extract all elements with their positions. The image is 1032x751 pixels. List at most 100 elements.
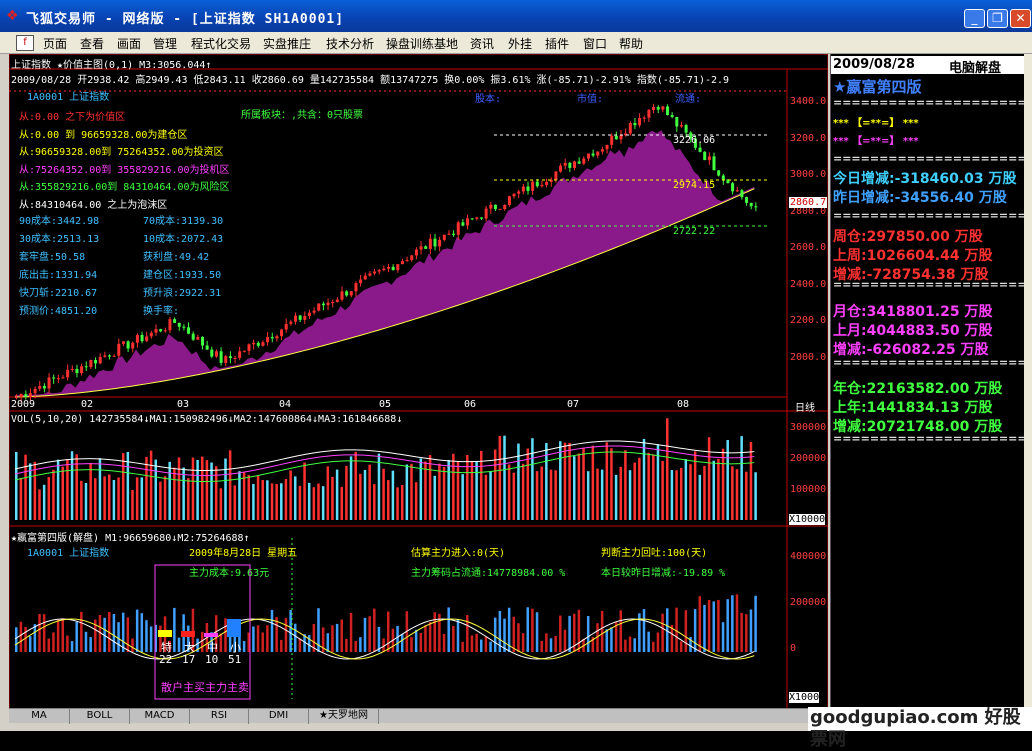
indicator-bar bbox=[633, 638, 636, 652]
candle-body bbox=[517, 191, 521, 194]
candle-body bbox=[498, 209, 502, 211]
candle-body bbox=[531, 181, 535, 191]
volume-bar bbox=[359, 473, 362, 520]
tab-1[interactable]: BOLL bbox=[70, 709, 130, 724]
menu-item-5[interactable]: 实盘推庄 bbox=[263, 35, 311, 52]
indicator-bar bbox=[517, 623, 520, 652]
volume-bar bbox=[56, 459, 60, 520]
indicator-bar bbox=[140, 613, 144, 652]
volume-bar bbox=[15, 452, 18, 520]
volume-bar bbox=[154, 459, 157, 520]
menu-item-6[interactable]: 技术分析 bbox=[326, 35, 374, 52]
volume-bar bbox=[140, 477, 144, 520]
indicator-bar bbox=[466, 615, 469, 652]
menu-item-10[interactable]: 插件 bbox=[545, 35, 569, 52]
menu-item-7[interactable]: 操盘训练基地 bbox=[386, 35, 458, 52]
indicator-bar bbox=[117, 622, 120, 652]
volume-bar bbox=[242, 472, 246, 520]
menu-item-3[interactable]: 管理 bbox=[153, 35, 177, 52]
cost-left-3: 底出击:1331.94 bbox=[19, 270, 98, 281]
candle-body bbox=[66, 369, 70, 378]
candle-body bbox=[521, 186, 525, 192]
candle-body bbox=[75, 368, 79, 374]
tab-5[interactable]: ★天罗地网 bbox=[309, 709, 379, 724]
indicator-bar bbox=[84, 631, 88, 652]
volume-bar bbox=[42, 484, 46, 520]
candle-body bbox=[131, 342, 135, 349]
volume-bar bbox=[573, 456, 576, 520]
ind-tick-2: 0 bbox=[790, 643, 797, 654]
volume-bar bbox=[80, 480, 83, 520]
year-diff: 增减:20721748.00 万股 bbox=[833, 419, 1003, 435]
candle-body bbox=[577, 161, 581, 164]
menu-item-2[interactable]: 画面 bbox=[117, 35, 141, 52]
chart-area[interactable]: 上证指数 ★价值主图(0,1) M3:3056.044↑ 2009/08/28 开… bbox=[9, 54, 828, 709]
tab-2[interactable]: MACD bbox=[130, 709, 190, 724]
last-year: 上年:1441834.13 万股 bbox=[833, 400, 993, 416]
candle-body bbox=[619, 135, 623, 140]
volume-bar bbox=[294, 476, 297, 520]
volume-bar bbox=[507, 464, 511, 520]
volume-bar bbox=[201, 456, 204, 520]
volume-bar bbox=[33, 461, 37, 520]
vertical-scrollbar[interactable] bbox=[1024, 54, 1032, 709]
volume-bar bbox=[563, 442, 567, 520]
menu-item-11[interactable]: 窗口 bbox=[583, 35, 607, 52]
week-position: 周仓:297850.00 万股 bbox=[833, 229, 983, 245]
capital-label: 股本: bbox=[475, 94, 502, 105]
tab-0[interactable]: MA bbox=[9, 709, 70, 724]
separator-1: ======================= bbox=[833, 152, 1032, 165]
indicator-bar bbox=[698, 596, 702, 652]
candle-body bbox=[284, 323, 288, 330]
candle-body bbox=[540, 185, 544, 187]
candle-body bbox=[452, 233, 456, 235]
volume-bar bbox=[614, 474, 618, 520]
volume-bar bbox=[205, 460, 209, 520]
volume-bar bbox=[740, 436, 743, 520]
minimize-button[interactable]: _ bbox=[964, 9, 985, 28]
volume-bar bbox=[256, 475, 260, 520]
candle-body bbox=[707, 156, 711, 161]
candle-body bbox=[633, 122, 637, 126]
cost-right-5: 换手率: bbox=[143, 306, 180, 317]
volume-bar bbox=[345, 465, 348, 520]
tab-4[interactable]: DMI bbox=[249, 709, 309, 724]
float-label: 流通: bbox=[675, 94, 702, 105]
close-button[interactable]: ✕ bbox=[1010, 9, 1031, 28]
candle-body bbox=[84, 366, 88, 368]
menu-item-9[interactable]: 外挂 bbox=[508, 35, 532, 52]
menu-item-1[interactable]: 查看 bbox=[80, 35, 104, 52]
vol-tick-1: 200000 bbox=[790, 453, 827, 464]
volume-bar bbox=[447, 459, 450, 520]
indicator-bar bbox=[89, 637, 92, 652]
volume-bar bbox=[149, 450, 153, 520]
menu-item-12[interactable]: 帮助 bbox=[619, 35, 643, 52]
cost-left-2: 套牢盘:50.58 bbox=[19, 252, 86, 263]
indicator-bar bbox=[363, 617, 367, 652]
candle-body bbox=[201, 336, 204, 346]
indicator-bar bbox=[52, 632, 55, 652]
indicator-bar bbox=[568, 615, 571, 652]
level-label-0: 3226.06 bbox=[673, 135, 716, 146]
daily-change: 本日较昨日增减:-19.89 % bbox=[601, 568, 726, 579]
candle-body bbox=[382, 268, 386, 271]
indicator-bar bbox=[33, 624, 37, 652]
indicator-bar bbox=[480, 639, 483, 652]
indicator-bar bbox=[80, 611, 83, 652]
app-menu-icon[interactable]: f bbox=[16, 35, 34, 51]
cost-right-1: 10成本:2072.43 bbox=[143, 234, 224, 245]
indicator-bar bbox=[619, 610, 622, 652]
candle-body bbox=[303, 315, 307, 320]
volume-bar bbox=[66, 459, 69, 520]
indicator-bar bbox=[266, 625, 269, 652]
tab-3[interactable]: RSI bbox=[190, 709, 249, 724]
restore-button[interactable]: ❐ bbox=[987, 9, 1008, 28]
menu-item-0[interactable]: 页面 bbox=[43, 35, 67, 52]
volume-bar bbox=[84, 482, 88, 520]
candle-body bbox=[679, 125, 683, 127]
menu-item-8[interactable]: 资讯 bbox=[470, 35, 494, 52]
volume-bar bbox=[117, 477, 120, 520]
last-month: 上月:4044883.50 万股 bbox=[833, 323, 993, 339]
volume-bar bbox=[61, 466, 64, 520]
menu-item-4[interactable]: 程式化交易 bbox=[191, 35, 251, 52]
